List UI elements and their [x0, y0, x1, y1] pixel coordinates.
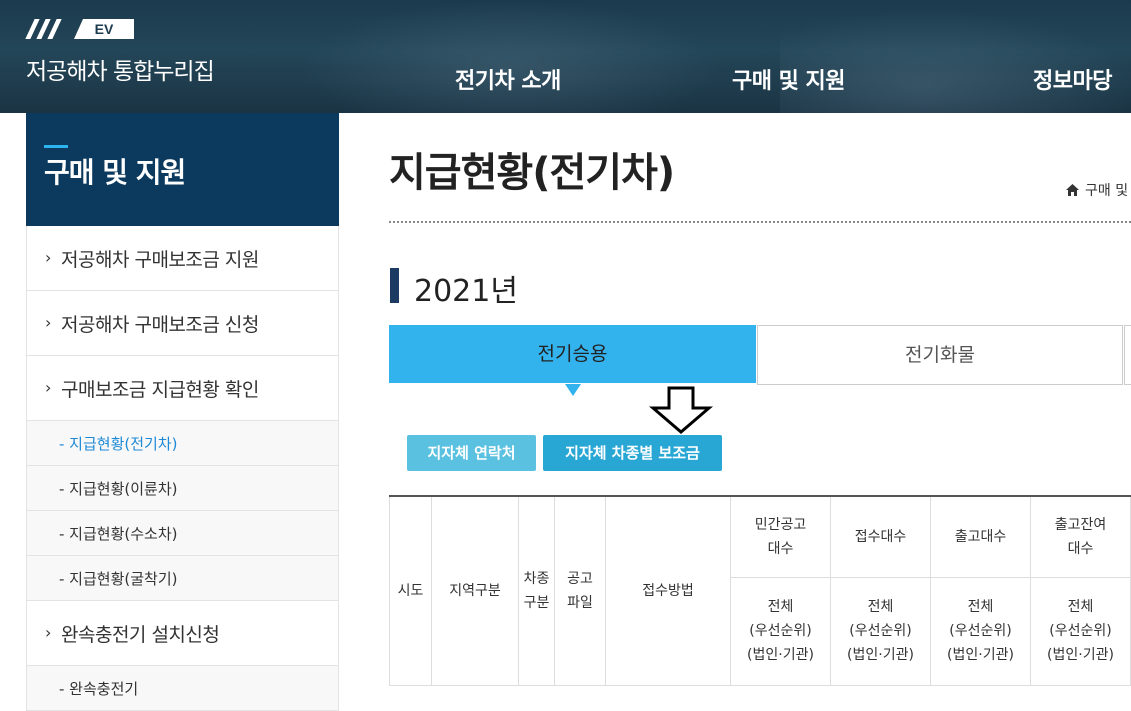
col-header-remaining: 출고잔여 대수: [1030, 495, 1131, 578]
subheader-line: (우선순위): [849, 623, 912, 639]
sidebar-subitem-label: - 지급현황(이륜차): [59, 480, 178, 498]
subheader-line: (우선순위): [1049, 623, 1112, 639]
sidebar-item-payment-status[interactable]: › 구매보조금 지급현황 확인: [27, 356, 338, 421]
ev-logo[interactable]: EV: [25, 19, 148, 39]
sidebar-subitem-ev[interactable]: - 지급현황(전기차): [27, 421, 338, 466]
sidebar-item-label: 저공해차 구매보조금 지원: [61, 249, 259, 271]
col-header-region: 지역구분: [431, 495, 519, 686]
subheader-line: (우선순위): [749, 623, 812, 639]
sidebar-item-label: 완속충전기 설치신청: [61, 624, 220, 646]
header-line: 파일: [567, 594, 593, 611]
subheader-released: 전체 (우선순위) (법인·기관): [930, 576, 1031, 686]
site-header: EV 저공해차 통합누리집 전기차 소개 구매 및 지원 정보마당: [0, 0, 1131, 113]
sidebar: 구매 및 지원 › 저공해차 구매보조금 지원 › 저공해차 구매보조금 신청 …: [26, 113, 339, 711]
sidebar-title: 구매 및 지원: [44, 156, 186, 189]
header-line: 공고: [567, 570, 593, 587]
subheader-line: 전체: [867, 599, 894, 615]
year-heading: 2021년: [414, 274, 518, 309]
col-header-sido: 시도: [389, 495, 432, 686]
active-tab-pointer-icon: [565, 384, 581, 396]
nav-ev-intro[interactable]: 전기차 소개: [455, 63, 561, 95]
subheader-remaining: 전체 (우선순위) (법인·기관): [1030, 576, 1131, 686]
col-header-cartype: 차종 구분: [518, 495, 555, 686]
sidebar-subitem-excavator[interactable]: - 지급현황(굴착기): [27, 556, 338, 601]
local-gov-contact-button[interactable]: 지자체 연락처: [407, 435, 536, 471]
page-title: 지급현황(전기차): [389, 150, 675, 196]
sidebar-item-charger-apply[interactable]: › 완속충전기 설치신청: [27, 601, 338, 666]
sidebar-item-subsidy-support[interactable]: › 저공해차 구매보조금 지원: [27, 226, 338, 291]
subheader-line: (법인·기관): [1047, 647, 1114, 663]
tab-ev-cargo[interactable]: 전기화물: [757, 325, 1123, 385]
subheader-line: (법인·기관): [947, 647, 1014, 663]
breadcrumb: 구매 및: [1066, 180, 1128, 200]
header-line: 구분: [523, 594, 550, 611]
status-table: 시도 지역구분 차종 구분 공고 파일 접수방법 민간공고 대수 접수대수 출고…: [389, 495, 1131, 686]
col-header-received: 접수대수: [830, 495, 931, 578]
header-line: 민간공고: [754, 516, 807, 533]
header-background-car: [300, 0, 720, 113]
subheader-line: (법인·기관): [847, 647, 914, 663]
sidebar-subitem-label: - 지급현황(수소차): [59, 525, 178, 543]
col-header-private-notice: 민간공고 대수: [730, 495, 831, 578]
year-accent-bar: [390, 268, 399, 303]
chevron-right-icon: ›: [45, 248, 52, 267]
nav-purchase-support[interactable]: 구매 및 지원: [732, 63, 846, 95]
sidebar-item-label: 구매보조금 지급현황 확인: [61, 379, 259, 401]
tab-ev-passenger[interactable]: 전기승용: [389, 325, 756, 383]
header-line: 출고잔여: [1054, 516, 1107, 533]
sidebar-subitem-slow-charger[interactable]: - 완속충전기: [27, 666, 338, 711]
subheader-line: 전체: [1067, 599, 1094, 615]
site-title[interactable]: 저공해차 통합누리집: [26, 52, 215, 86]
header-line: 차종: [523, 570, 550, 587]
header-line: 대수: [767, 540, 794, 557]
sidebar-item-subsidy-apply[interactable]: › 저공해차 구매보조금 신청: [27, 291, 338, 356]
title-divider: [389, 221, 1131, 223]
sidebar-subitem-label: - 지급현황(전기차): [59, 435, 178, 453]
subheader-line: 전체: [767, 599, 794, 615]
sidebar-subitem-label: - 완속충전기: [59, 680, 139, 698]
logo-slash: [47, 19, 62, 39]
sidebar-menu: › 저공해차 구매보조금 지원 › 저공해차 구매보조금 신청 › 구매보조금 …: [26, 226, 339, 711]
chevron-right-icon: ›: [45, 378, 52, 397]
subheader-line: (법인·기관): [747, 647, 814, 663]
breadcrumb-item[interactable]: 구매 및: [1085, 183, 1128, 199]
chevron-right-icon: ›: [45, 313, 52, 332]
title-accent-bar: [44, 145, 68, 148]
subheader-private: 전체 (우선순위) (법인·기관): [730, 576, 831, 686]
col-header-released: 출고대수: [930, 495, 1031, 578]
local-gov-subsidy-button[interactable]: 지자체 차종별 보조금: [543, 435, 722, 471]
col-header-notice-file: 공고 파일: [554, 495, 606, 686]
nav-info[interactable]: 정보마당: [1033, 63, 1112, 95]
tab-next[interactable]: [1124, 325, 1131, 385]
header-background-car-2: [780, 10, 1131, 113]
subheader-line: 전체: [967, 599, 994, 615]
subheader-line: (우선순위): [949, 623, 1012, 639]
sidebar-title-box: 구매 및 지원: [26, 113, 339, 226]
subheader-received: 전체 (우선순위) (법인·기관): [830, 576, 931, 686]
logo-ev-text: EV: [74, 19, 134, 39]
sidebar-subitem-motorcycle[interactable]: - 지급현황(이륜차): [27, 466, 338, 511]
down-arrow-icon: [649, 386, 713, 434]
sidebar-item-label: 저공해차 구매보조금 신청: [61, 314, 259, 336]
chevron-right-icon: ›: [45, 623, 52, 642]
header-line: 대수: [1067, 540, 1094, 557]
sidebar-subitem-label: - 지급현황(굴착기): [59, 570, 178, 588]
home-icon[interactable]: [1066, 184, 1079, 196]
sidebar-subitem-hydrogen[interactable]: - 지급현황(수소차): [27, 511, 338, 556]
col-header-method: 접수방법: [605, 495, 731, 686]
